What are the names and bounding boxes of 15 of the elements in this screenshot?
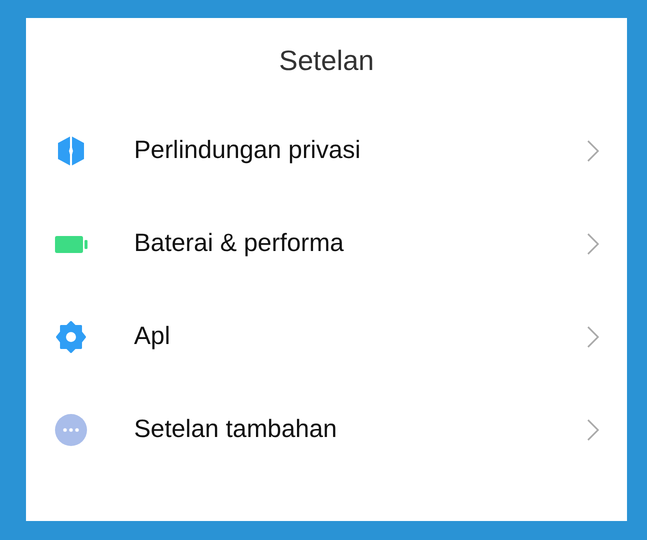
settings-item[interactable]: Perlindungan privasi xyxy=(26,104,627,197)
chevron-icon xyxy=(587,326,599,348)
more-icon xyxy=(54,412,88,446)
item-label: Baterai & performa xyxy=(134,228,344,259)
chevron-icon xyxy=(587,418,599,440)
settings-item[interactable]: Setelan tambahan xyxy=(26,383,627,476)
chevron-icon xyxy=(587,140,599,162)
settings-item[interactable]: Apl xyxy=(26,290,627,383)
gear-icon xyxy=(54,320,88,354)
settings-item[interactable]: Baterai & performa xyxy=(26,197,627,290)
item-label: Perlindungan privasi xyxy=(134,134,361,166)
item-label: Setelan tambahan xyxy=(134,414,337,445)
chevron-icon xyxy=(587,232,599,254)
page-title: Setelan xyxy=(279,45,374,76)
item-label: Apl xyxy=(134,320,170,352)
